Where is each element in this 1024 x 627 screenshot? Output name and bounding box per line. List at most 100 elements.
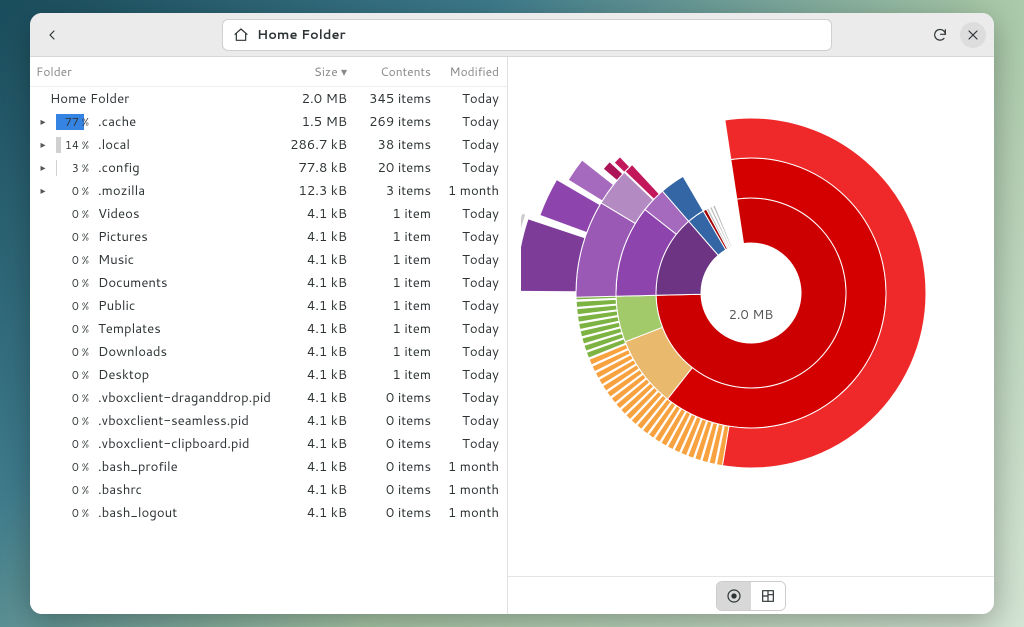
disclosure-triangle-icon[interactable]: ▸ bbox=[36, 184, 50, 198]
size-percent-badge: 0 % bbox=[56, 459, 92, 475]
row-name: .vboxclient-draganddrop.pid bbox=[98, 389, 279, 407]
row-modified: Today bbox=[431, 366, 499, 384]
tree-row[interactable]: ▸3 %.config77.8 kB20 itemsToday bbox=[30, 156, 507, 179]
chart-pane: 2.0 MB bbox=[508, 57, 994, 614]
tree-row[interactable]: 0 %Documents4.1 kB1 itemToday bbox=[30, 271, 507, 294]
row-size: 4.1 kB bbox=[279, 297, 353, 315]
col-header-size[interactable]: Size ▾ bbox=[279, 63, 353, 80]
row-items: 0 items bbox=[353, 504, 431, 522]
size-percent-badge: 0 % bbox=[56, 275, 92, 291]
back-button[interactable] bbox=[38, 21, 66, 49]
row-modified: 1 month bbox=[431, 504, 499, 522]
row-name: .cache bbox=[98, 113, 279, 131]
col-header-folder[interactable]: Folder bbox=[36, 63, 279, 80]
size-percent-badge: 3 % bbox=[56, 160, 92, 176]
row-modified: Today bbox=[431, 90, 499, 108]
column-headers: Folder Size ▾ Contents Modified bbox=[30, 57, 507, 87]
row-modified: Today bbox=[431, 274, 499, 292]
row-modified: Today bbox=[431, 297, 499, 315]
row-size: 1.5 MB bbox=[279, 113, 353, 131]
row-size: 4.1 kB bbox=[279, 481, 353, 499]
tree-row[interactable]: 0 %.vboxclient-seamless.pid4.1 kB0 items… bbox=[30, 409, 507, 432]
view-rings-button[interactable] bbox=[717, 582, 751, 610]
row-items: 1 item bbox=[353, 343, 431, 361]
row-size: 4.1 kB bbox=[279, 320, 353, 338]
row-modified: 1 month bbox=[431, 481, 499, 499]
row-name: Public bbox=[98, 297, 279, 315]
tree-row[interactable]: ▸77 %.cache1.5 MB269 itemsToday bbox=[30, 110, 507, 133]
tree-row[interactable]: 0 %Music4.1 kB1 itemToday bbox=[30, 248, 507, 271]
tree-row[interactable]: 0 %.bash_logout4.1 kB0 items1 month bbox=[30, 501, 507, 524]
size-percent-badge: 0 % bbox=[56, 183, 92, 199]
chart-center-label: 2.0 MB bbox=[729, 306, 774, 324]
tree-root-row[interactable]: Home Folder 2.0 MB 345 items Today bbox=[30, 87, 507, 110]
view-treemap-button[interactable] bbox=[751, 582, 785, 610]
tree-rows: Home Folder 2.0 MB 345 items Today ▸ 77 %… bbox=[30, 87, 507, 524]
tree-row[interactable]: 0 %.bash_profile4.1 kB0 items1 month bbox=[30, 455, 507, 478]
size-percent-badge: 0 % bbox=[56, 321, 92, 337]
row-items: 0 items bbox=[353, 435, 431, 453]
row-name: Desktop bbox=[98, 366, 279, 384]
size-percent-badge: 0 % bbox=[56, 298, 92, 314]
titlebar: Home Folder bbox=[30, 13, 994, 57]
size-percent-badge: 0 % bbox=[56, 436, 92, 452]
row-modified: Today bbox=[431, 389, 499, 407]
path-bar[interactable]: Home Folder bbox=[222, 19, 832, 51]
row-modified: Today bbox=[431, 113, 499, 131]
tree-row[interactable]: 0 %.bashrc4.1 kB0 items1 month bbox=[30, 478, 507, 501]
tree-row[interactable]: 0 %Desktop4.1 kB1 itemToday bbox=[30, 363, 507, 386]
col-header-modified[interactable]: Modified bbox=[431, 63, 499, 80]
row-name: Videos bbox=[98, 205, 279, 223]
disclosure-triangle-icon[interactable]: ▸ bbox=[36, 138, 50, 152]
tree-row[interactable]: ▸14 %.local286.7 kB38 itemsToday bbox=[30, 133, 507, 156]
app-window: Home Folder Folder Size ▾ Contents Modif… bbox=[30, 13, 994, 614]
row-size: 4.1 kB bbox=[279, 504, 353, 522]
col-header-contents[interactable]: Contents bbox=[353, 63, 431, 80]
tree-row[interactable]: 0 %.vboxclient-draganddrop.pid4.1 kB0 it… bbox=[30, 386, 507, 409]
tree-row[interactable]: 0 % Downloads4.1 kB1 itemToday bbox=[30, 340, 507, 363]
close-icon bbox=[965, 27, 981, 43]
size-percent-badge: 0 % bbox=[56, 252, 92, 268]
disclosure-triangle-icon[interactable]: ▸ bbox=[36, 115, 50, 129]
rings-icon bbox=[726, 588, 742, 604]
row-size: 4.1 kB bbox=[279, 366, 353, 384]
tree-row[interactable]: ▸0 %.mozilla12.3 kB3 items1 month bbox=[30, 179, 507, 202]
close-button[interactable] bbox=[960, 22, 986, 48]
row-modified: Today bbox=[431, 228, 499, 246]
refresh-icon bbox=[932, 27, 948, 43]
size-percent-badge: 0 % bbox=[56, 344, 92, 360]
size-percent-badge: 77 % bbox=[56, 114, 92, 130]
row-size: 4.1 kB bbox=[279, 389, 353, 407]
row-size: 4.1 kB bbox=[279, 205, 353, 223]
row-size: 4.1 kB bbox=[279, 228, 353, 246]
tree-row[interactable]: 0 %Templates4.1 kB1 itemToday bbox=[30, 317, 507, 340]
row-modified: 1 month bbox=[431, 458, 499, 476]
row-size: 2.0 MB bbox=[279, 90, 353, 108]
row-name: Home Folder bbox=[50, 90, 279, 108]
row-name: .bash_profile bbox=[98, 458, 279, 476]
row-modified: Today bbox=[431, 320, 499, 338]
row-name: Downloads bbox=[98, 343, 279, 361]
row-size: 4.1 kB bbox=[279, 343, 353, 361]
tree-row[interactable]: 0 %Public4.1 kB1 itemToday bbox=[30, 294, 507, 317]
row-size: 4.1 kB bbox=[279, 251, 353, 269]
row-size: 4.1 kB bbox=[279, 458, 353, 476]
size-percent-badge: 0 % bbox=[56, 229, 92, 245]
row-items: 1 item bbox=[353, 274, 431, 292]
rescan-button[interactable] bbox=[926, 21, 954, 49]
sunburst-chart[interactable] bbox=[521, 57, 981, 533]
tree-row[interactable]: 0 %Videos4.1 kB1 itemToday bbox=[30, 202, 507, 225]
row-name: Documents bbox=[98, 274, 279, 292]
breadcrumb-current: Home Folder bbox=[257, 26, 346, 44]
row-modified: Today bbox=[431, 412, 499, 430]
row-modified: Today bbox=[431, 343, 499, 361]
disclosure-triangle-icon[interactable]: ▸ bbox=[36, 161, 50, 175]
row-modified: Today bbox=[431, 205, 499, 223]
tree-row[interactable]: 0 %.vboxclient-clipboard.pid4.1 kB0 item… bbox=[30, 432, 507, 455]
row-modified: Today bbox=[431, 251, 499, 269]
size-percent-badge: 0 % bbox=[56, 206, 92, 222]
row-modified: Today bbox=[431, 159, 499, 177]
tree-row[interactable]: 0 %Pictures4.1 kB1 itemToday bbox=[30, 225, 507, 248]
row-size: 77.8 kB bbox=[279, 159, 353, 177]
row-items: 1 item bbox=[353, 228, 431, 246]
